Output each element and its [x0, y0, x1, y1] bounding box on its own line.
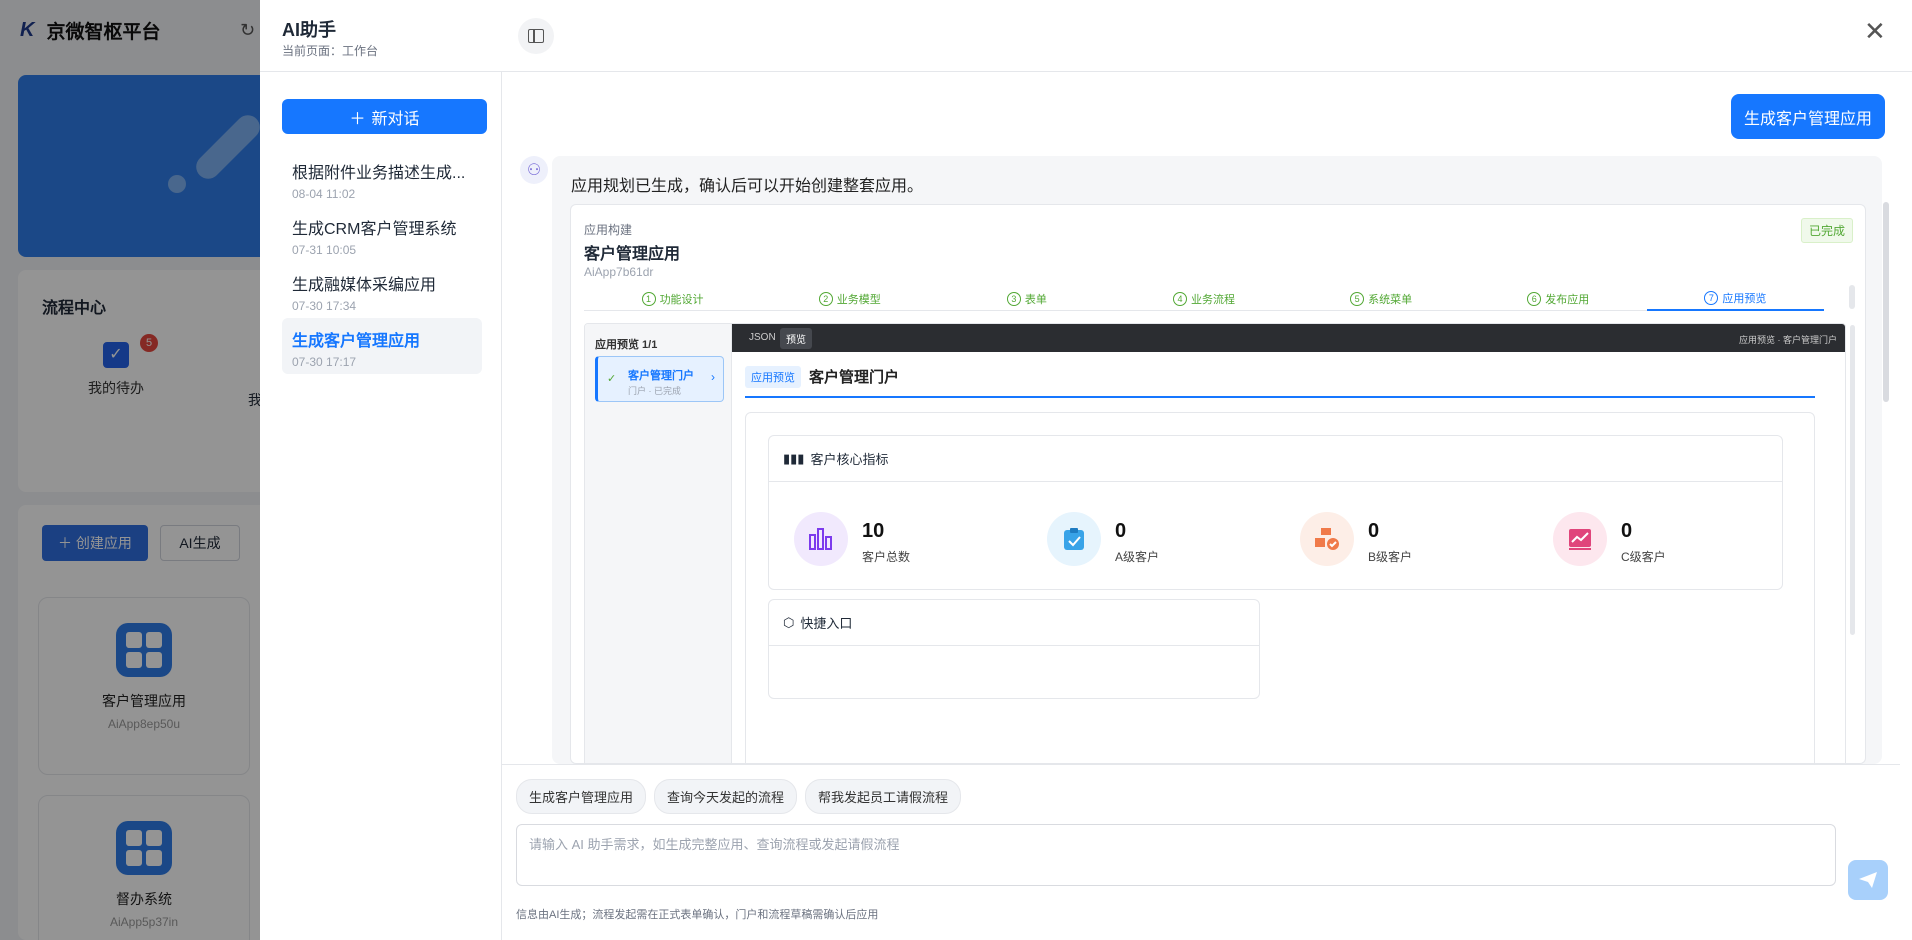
preview-breadcrumb: 应用预览 · 客户管理门户	[1739, 335, 1837, 345]
close-icon[interactable]: ✕	[1864, 18, 1886, 44]
chat-main: 生成客户管理应用 ⚇ 应用规划已生成，确认后可以开始创建整套应用。 应用构建 客…	[502, 72, 1912, 940]
new-chat-label: 新对话	[371, 110, 420, 128]
drawer-title: AI助手	[282, 20, 336, 40]
clipboard-icon	[1047, 512, 1101, 566]
conversation-title: 生成客户管理应用	[292, 333, 421, 350]
check-icon: ✓	[607, 373, 617, 385]
preview-tag: 应用预览	[745, 366, 801, 388]
sidebar-toggle-icon	[528, 29, 544, 43]
bar-chart-icon: ▮▮▮	[783, 450, 805, 466]
chevron-right-icon: ›	[711, 370, 715, 384]
core-metrics-title: 客户核心指标	[810, 452, 889, 467]
metric-label: C级客户	[1621, 550, 1666, 564]
metric-b: 0 B级客户	[1300, 512, 1500, 578]
preview-item-title: 客户管理门户	[628, 370, 694, 382]
conversation-sidebar: ＋ 新对话 根据附件业务描述生成... 08-04 11:02 生成CRM客户管…	[260, 72, 502, 940]
new-chat-button[interactable]: ＋ 新对话	[282, 99, 487, 134]
chart-icon	[794, 512, 848, 566]
build-app-code: AiApp7b61dr	[584, 265, 654, 279]
metric-value: 0	[1368, 520, 1380, 542]
footer-note: 信息由AI生成；流程发起需在正式表单确认，门户和流程草稿需确认后应用	[516, 909, 879, 921]
conversation-item[interactable]: 根据附件业务描述生成... 08-04 11:02	[282, 150, 482, 206]
build-steps: 1 功能设计 2 业务模型 3 表单 4 业务流程 5 系统菜单 6 发布应用 7 应用预览	[584, 287, 1824, 311]
suggestion-chip[interactable]: 帮我发起员工请假流程	[805, 779, 962, 814]
send-icon	[1859, 872, 1877, 888]
conversation-item[interactable]: 生成融媒体采编应用 07-30 17:34	[282, 262, 482, 318]
app-preview-frame: 应用预览 1/1 ✓ 客户管理门户 门户 · 已完成 › JSON 预览 应用预…	[584, 323, 1846, 763]
bot-message-container: 应用规划已生成，确认后可以开始创建整套应用。 应用构建 客户管理应用 AiApp…	[552, 156, 1882, 764]
ai-assistant-drawer: AI助手 当前页面：工作台 ✕ ＋ 新对话 根据附件业务描述生成... 08-0…	[260, 0, 1912, 940]
bot-message-text: 应用规划已生成，确认后可以开始创建整套应用。	[571, 178, 924, 195]
quick-entry-title: 快捷入口	[800, 616, 853, 631]
conversation-title: 生成融媒体采编应用	[292, 277, 437, 294]
send-button[interactable]	[1848, 860, 1888, 900]
drawer-header: AI助手 当前页面：工作台 ✕	[260, 0, 1912, 72]
step-business-flow[interactable]: 4 业务流程	[1115, 287, 1292, 311]
conversation-date: 07-30 17:34	[292, 299, 357, 313]
step-app-preview[interactable]: 7 应用预览	[1646, 287, 1824, 311]
plus-icon: ＋	[349, 110, 366, 128]
portal-panel: ▮▮▮ 客户核心指标 10 客户总数 0 A级客户 0 B级客户 0 C级客户 …	[745, 412, 1815, 763]
preview-page-header: 应用预览 客户管理门户	[745, 366, 1815, 398]
step-form[interactable]: 3 表单	[938, 287, 1115, 311]
conversation-title: 根据附件业务描述生成...	[292, 165, 466, 182]
metric-a: 0 A级客户	[1047, 512, 1247, 578]
conversation-title: 生成CRM客户管理系统	[292, 221, 457, 238]
preview-list: 应用预览 1/1 ✓ 客户管理门户 门户 · 已完成 ›	[585, 324, 732, 763]
metric-label: A级客户	[1115, 550, 1160, 564]
metric-total: 10 客户总数	[794, 512, 994, 578]
hierarchy-icon	[1300, 512, 1354, 566]
step-system-menu[interactable]: 5 系统菜单	[1293, 287, 1470, 311]
metric-value: 0	[1621, 520, 1633, 542]
conversation-date: 07-31 10:05	[292, 243, 357, 257]
chat-input[interactable]: 请输入 AI 助手需求，如生成完整应用、查询流程或发起请假流程	[516, 824, 1836, 886]
suggestion-chip[interactable]: 生成客户管理应用	[516, 779, 647, 814]
drawer-subtitle: 当前页面：工作台	[282, 44, 379, 58]
suggestion-chips: 生成客户管理应用 查询今天发起的流程 帮我发起员工请假流程	[516, 779, 962, 814]
metric-label: B级客户	[1368, 550, 1413, 564]
preview-item[interactable]: ✓ 客户管理门户 门户 · 已完成 ›	[595, 356, 724, 402]
step-publish-app[interactable]: 6 发布应用	[1470, 287, 1647, 311]
trend-icon	[1553, 512, 1607, 566]
input-divider	[502, 764, 1900, 765]
conversation-date: 08-04 11:02	[292, 187, 356, 201]
status-badge: 已完成	[1801, 218, 1854, 243]
conversation-date: 07-30 17:17	[292, 355, 357, 369]
user-message: 生成客户管理应用	[1731, 94, 1886, 139]
step-function-design[interactable]: 1 功能设计	[584, 287, 761, 311]
cube-icon: ⬡	[783, 614, 795, 630]
app-build-card: 应用构建 客户管理应用 AiApp7b61dr 已完成 1 功能设计 2 业务模型 …	[570, 204, 1866, 764]
core-metrics-card: ▮▮▮ 客户核心指标 10 客户总数 0 A级客户 0 B级客户 0 C级客户	[768, 435, 1783, 590]
preview-list-title: 应用预览 1/1	[595, 339, 658, 351]
quick-entry-card: ⬡ 快捷入口	[768, 599, 1260, 699]
preview-page-title: 客户管理门户	[809, 369, 900, 386]
preview-item-sub: 门户 · 已完成	[628, 386, 681, 396]
build-app-name: 客户管理应用	[584, 246, 681, 263]
steps-scrollbar[interactable]	[1849, 285, 1855, 309]
tab-json[interactable]: JSON	[749, 332, 776, 343]
quick-entry-header: ⬡ 快捷入口	[769, 600, 1259, 646]
build-label: 应用构建	[584, 223, 633, 237]
chat-scrollbar[interactable]	[1883, 202, 1889, 402]
conversation-item[interactable]: 生成CRM客户管理系统 07-31 10:05	[282, 206, 482, 262]
sidebar-toggle-button[interactable]	[518, 18, 554, 54]
tab-preview[interactable]: 预览	[780, 328, 812, 349]
metric-label: 客户总数	[862, 550, 911, 564]
preview-scrollbar[interactable]	[1850, 325, 1855, 635]
metric-value: 10	[862, 520, 885, 542]
bot-avatar-icon: ⚇	[520, 156, 548, 184]
metric-c: 0 C级客户	[1553, 512, 1753, 578]
suggestion-chip[interactable]: 查询今天发起的流程	[654, 779, 798, 814]
preview-content: JSON 预览 应用预览 · 客户管理门户 应用预览 客户管理门户 ▮▮▮ 客户…	[732, 324, 1845, 763]
preview-toolbar: JSON 预览 应用预览 · 客户管理门户	[732, 324, 1845, 352]
step-business-model[interactable]: 2 业务模型	[761, 287, 938, 311]
conversation-item-active[interactable]: 生成客户管理应用 07-30 17:17	[282, 318, 482, 374]
metric-value: 0	[1115, 520, 1127, 542]
core-metrics-header: ▮▮▮ 客户核心指标	[769, 436, 1782, 482]
